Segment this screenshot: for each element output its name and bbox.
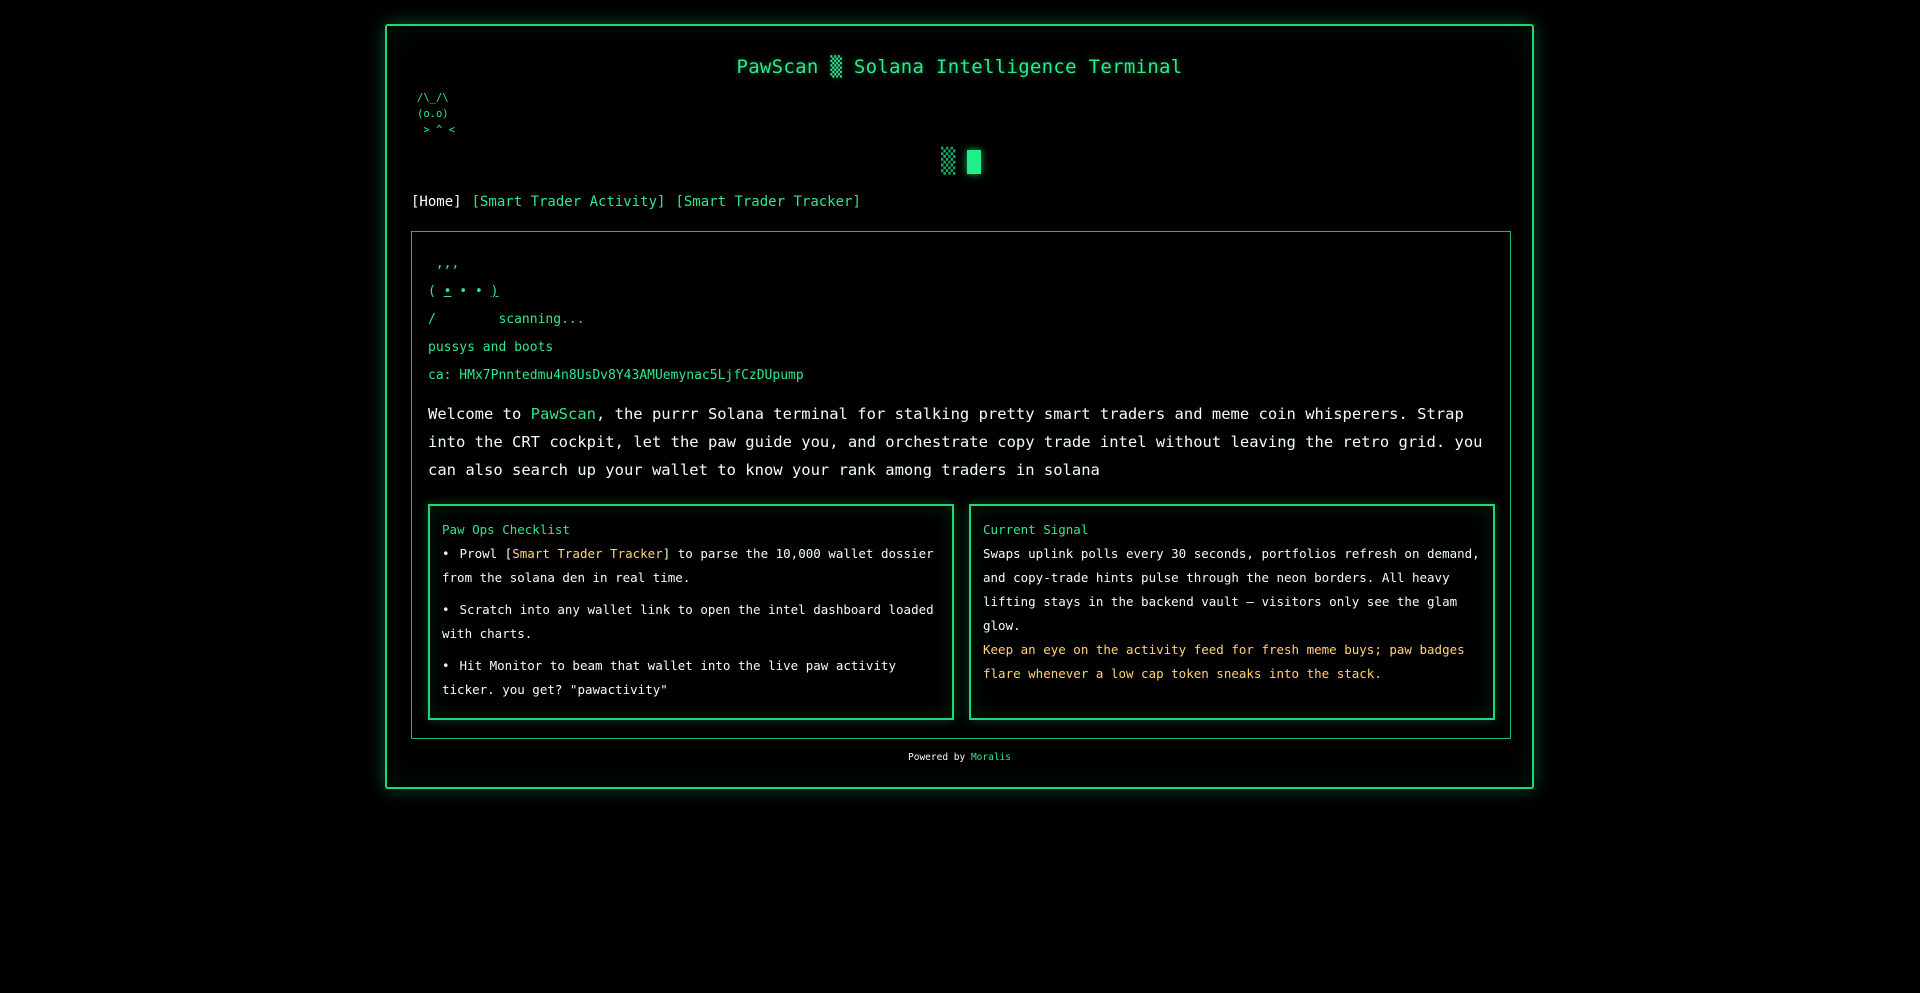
contract-address[interactable]: ca: HMx7Pnntedmu4n8UsDv8Y43AMUemynac5Ljf…: [428, 362, 804, 390]
moralis-link[interactable]: Moralis: [971, 752, 1011, 763]
bullet-icon: •: [442, 546, 450, 561]
current-signal-card: Current Signal Swaps uplink polls every …: [969, 504, 1495, 720]
bullet-icon: •: [442, 602, 450, 617]
checklist-list: • Prowl [Smart Trader Tracker] to parse t…: [442, 542, 940, 702]
list-item: • Prowl [Smart Trader Tracker] to parse t…: [442, 546, 934, 585]
home-panel: ,,, ( • • • ) / scanning... pussys and boot…: [411, 231, 1511, 739]
nav-smart-trader-activity[interactable]: [Smart Trader Activity]: [472, 194, 666, 210]
welcome-text: Welcome to PawScan, the purrr Solana ter…: [428, 405, 1483, 479]
scanning-status: scanning...: [498, 312, 585, 327]
cat-face: ( • • • ): [428, 284, 499, 299]
cat-logo: /\_/\ (o.o) > ^ <: [417, 92, 455, 136]
page-title: PawScan ▒ Solana Intelligence Terminal: [736, 56, 1183, 78]
main-nav: [Home] [Smart Trader Activity] [Smart Trad…: [411, 193, 871, 211]
list-item: • Hit Monitor to beam that wallet into th…: [442, 658, 897, 697]
scanning-cat: ,,, ( • • • ) / scanning... pussys and boot…: [428, 250, 804, 390]
nav-home[interactable]: [Home]: [411, 194, 462, 210]
terminal-window: PawScan ▒ Solana Intelligence Terminal /…: [385, 24, 1534, 789]
bullet-icon: •: [442, 658, 450, 673]
footer: Powered by Moralis: [908, 752, 1011, 763]
blinking-cursor-icon: [967, 150, 981, 174]
brand-name: PawScan: [530, 405, 596, 423]
checklist-title: Paw Ops Checklist: [442, 522, 570, 537]
status-line: / scanning...: [428, 312, 585, 327]
signal-alert: Keep an eye on the activity feed for fre…: [983, 642, 1465, 681]
nav-smart-trader-tracker[interactable]: [Smart Trader Tracker]: [675, 194, 860, 210]
signal-body: Swaps uplink polls every 30 seconds, por…: [983, 546, 1480, 633]
cat-whiskers: ,,,: [428, 256, 460, 271]
loader-icon: ▒: [941, 147, 956, 175]
smart-trader-tracker-link[interactable]: Smart Trader Tracker: [512, 546, 663, 561]
signal-title: Current Signal: [983, 522, 1089, 537]
list-item: • Scratch into any wallet link to open th…: [442, 602, 934, 641]
paw-ops-checklist-card: Paw Ops Checklist • Prowl [Smart Trader T…: [428, 504, 954, 720]
tagline: pussys and boots: [428, 340, 554, 355]
